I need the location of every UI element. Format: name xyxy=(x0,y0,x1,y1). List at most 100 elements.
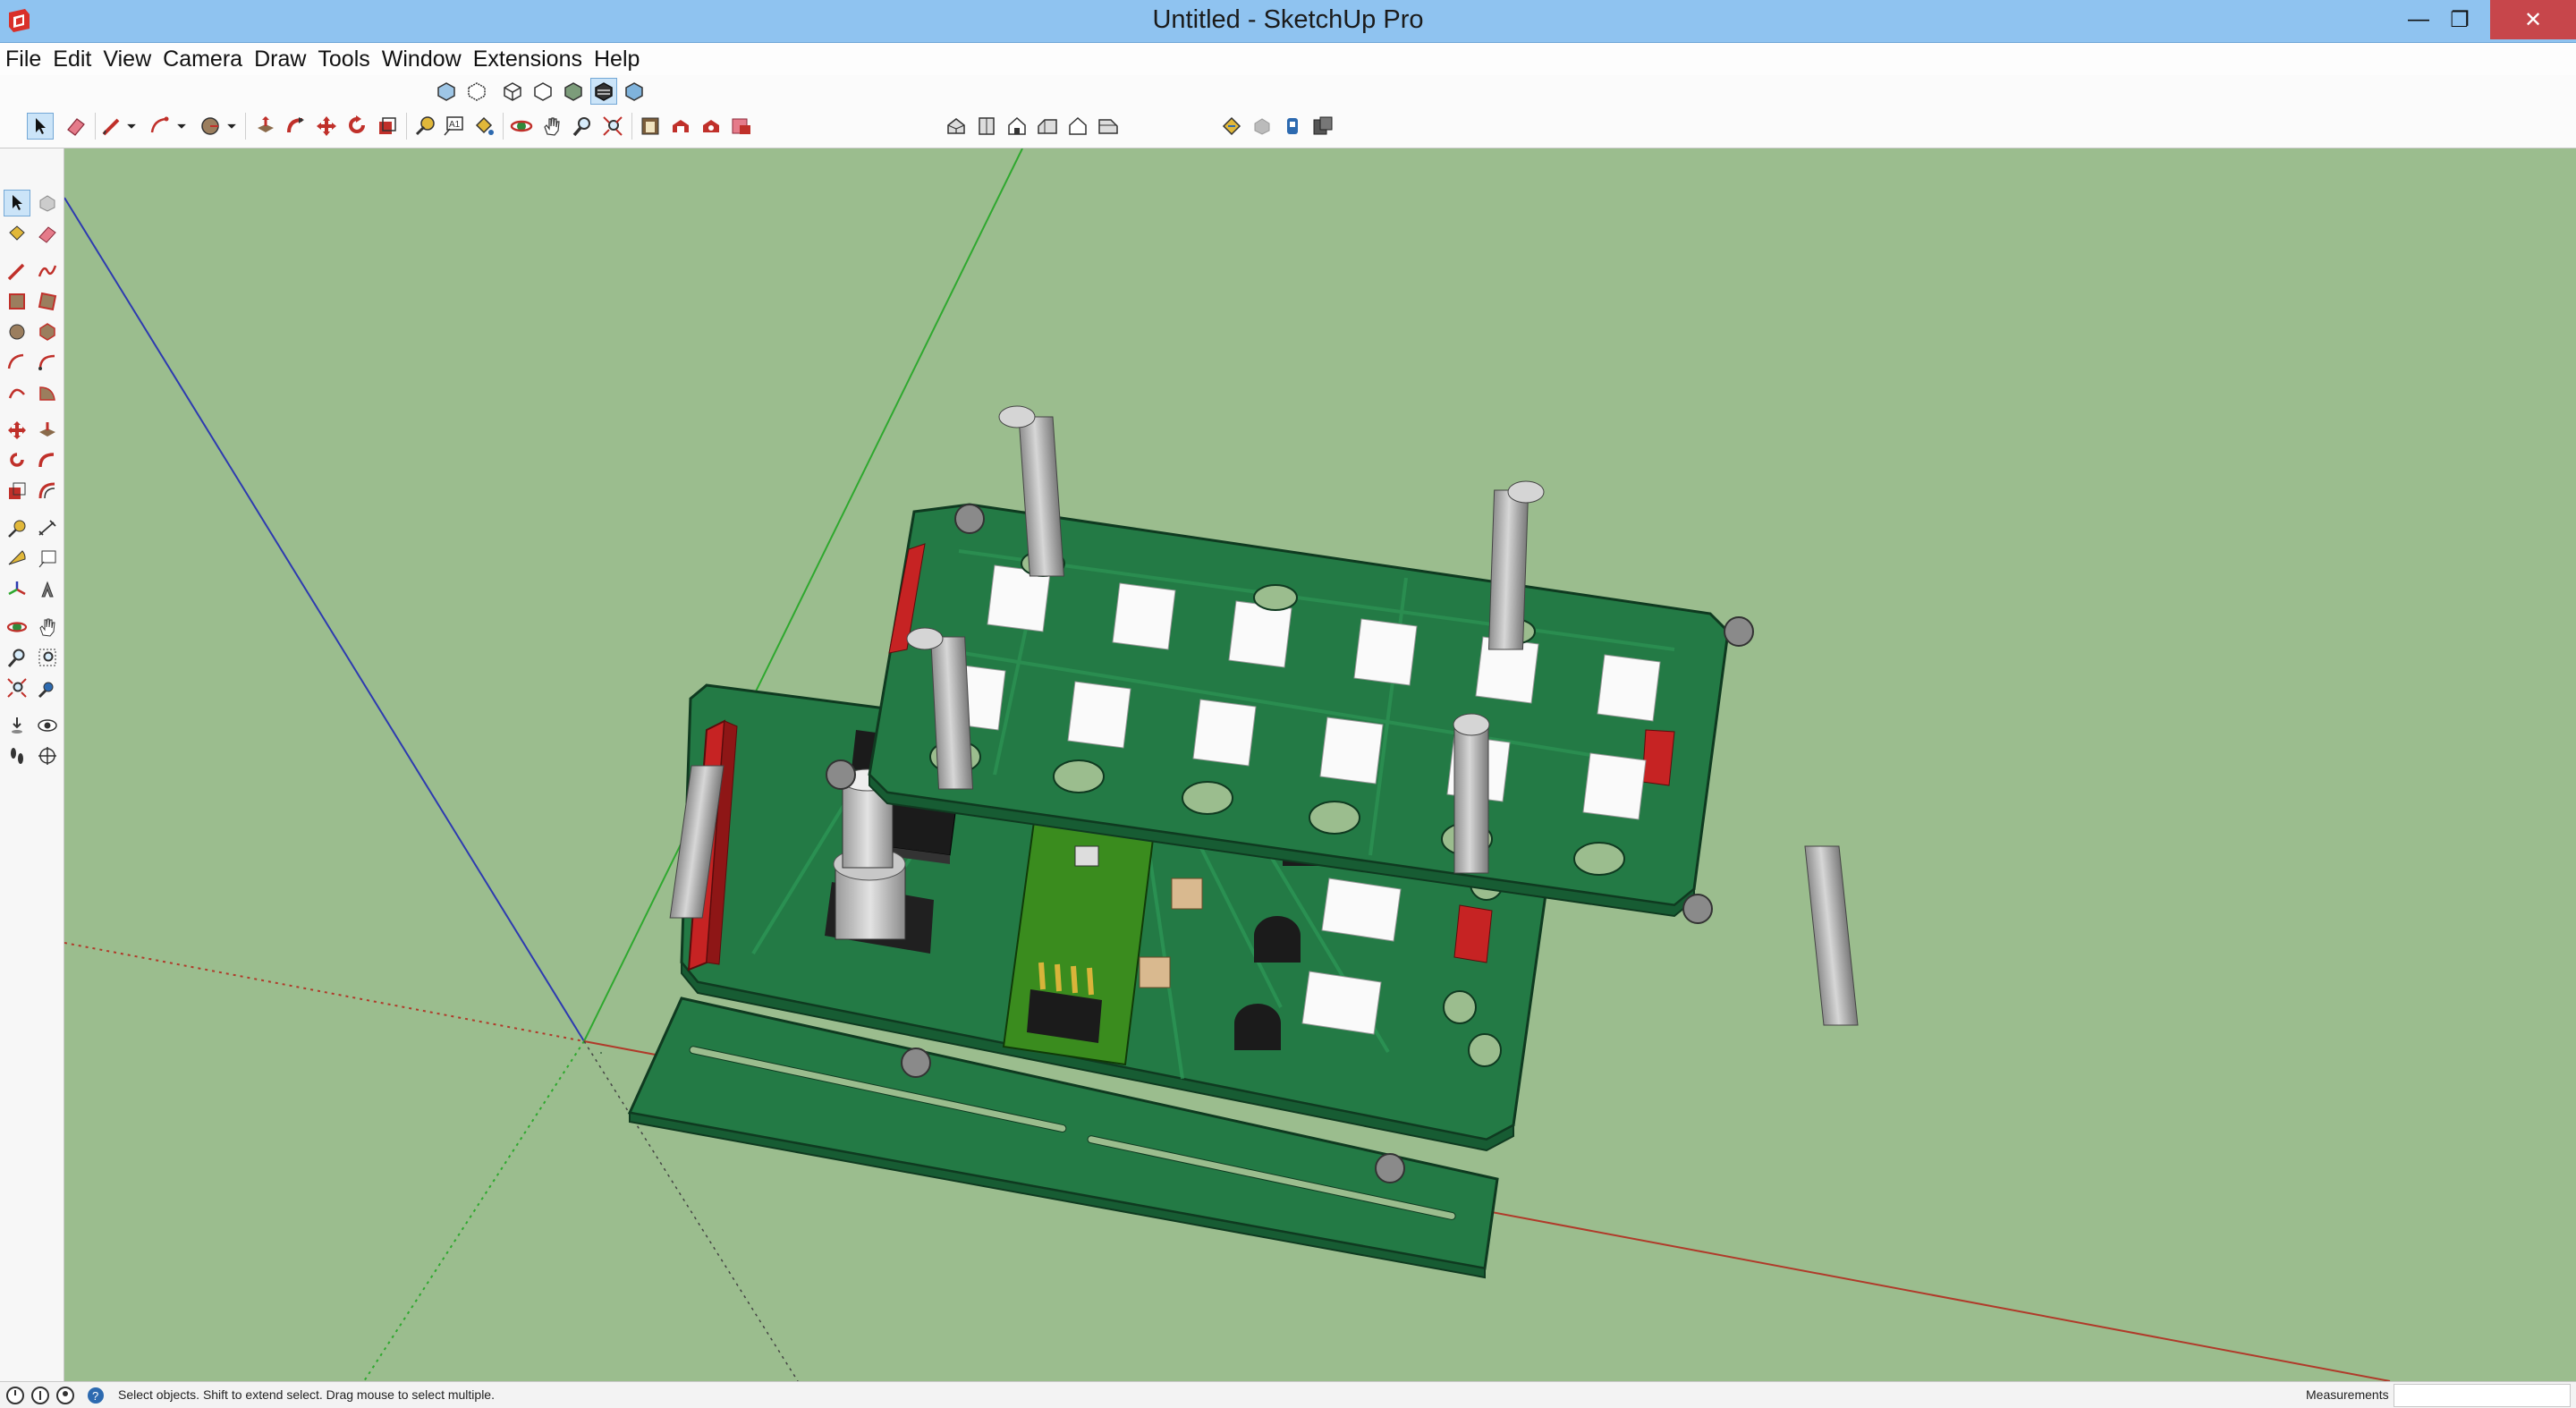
position-camera-tool-button[interactable] xyxy=(4,712,30,739)
orbit-tool-button[interactable] xyxy=(4,614,30,640)
offset-tool-button[interactable] xyxy=(34,478,61,505)
display-section-cuts-button[interactable] xyxy=(1279,113,1306,140)
paint-bucket-tool-button[interactable] xyxy=(4,220,30,247)
three-point-arc-tool-button[interactable] xyxy=(4,379,30,406)
zoom-window-tool-button[interactable] xyxy=(34,644,61,671)
menu-help[interactable]: Help xyxy=(594,47,640,72)
hidden-line-style-button[interactable] xyxy=(530,78,556,105)
menu-file[interactable]: File xyxy=(5,47,41,72)
iso-view-button[interactable] xyxy=(943,113,970,140)
pie-tool-button[interactable] xyxy=(34,379,61,406)
previous-view-button[interactable] xyxy=(34,674,61,701)
follow-me-tool-button[interactable] xyxy=(34,447,61,474)
extension-warehouse-button[interactable] xyxy=(698,113,724,140)
line-tool-button[interactable] xyxy=(4,258,30,284)
top-view-button[interactable] xyxy=(973,113,1000,140)
relay-4[interactable] xyxy=(1353,618,1418,686)
instructor-help-icon[interactable]: ? xyxy=(86,1386,106,1405)
text-tool-button[interactable] xyxy=(34,546,61,573)
relay-2[interactable] xyxy=(1112,582,1176,650)
rotate-tool-button[interactable] xyxy=(343,113,370,140)
scale-tool-button[interactable] xyxy=(374,113,401,140)
trimmer-potentiometer-3[interactable] xyxy=(1171,878,1203,910)
wireframe-style-button[interactable] xyxy=(499,78,526,105)
dimension-tool-button[interactable] xyxy=(34,515,61,542)
line-tool-button[interactable] xyxy=(98,113,125,140)
menu-tools[interactable]: Tools xyxy=(318,47,369,72)
trimmer-potentiometer-4[interactable] xyxy=(1139,956,1171,988)
walk-tool-button[interactable] xyxy=(4,742,30,769)
axes-tool-button[interactable] xyxy=(4,576,30,603)
arc-tool-button[interactable] xyxy=(147,113,174,140)
modeling-viewport[interactable] xyxy=(64,148,2576,1381)
shapes-tool-dropdown[interactable] xyxy=(224,113,240,140)
relay-8[interactable] xyxy=(1067,681,1131,749)
arc-tool-dropdown[interactable] xyxy=(174,113,190,140)
restore-button[interactable]: ❐ xyxy=(2429,0,2490,39)
move-tool-button[interactable] xyxy=(4,417,30,444)
optocoupler-2[interactable] xyxy=(1321,878,1402,942)
circle-tool-button[interactable] xyxy=(4,318,30,345)
push-pull-tool-button[interactable] xyxy=(34,417,61,444)
relay-12[interactable] xyxy=(1582,752,1647,820)
rectangle-tool-button[interactable] xyxy=(4,288,30,315)
scale-tool-button[interactable] xyxy=(4,478,30,505)
left-view-button[interactable] xyxy=(1095,113,1122,140)
pan-tool-button[interactable] xyxy=(538,113,565,140)
shaded-textures-style-button[interactable] xyxy=(590,78,617,105)
relay-9[interactable] xyxy=(1192,699,1257,767)
two-point-arc-tool-button[interactable] xyxy=(34,349,61,376)
look-around-tool-button[interactable] xyxy=(34,712,61,739)
3d-warehouse-button[interactable] xyxy=(637,113,664,140)
geo-location-icon[interactable] xyxy=(5,1386,25,1405)
transistor-4[interactable] xyxy=(1234,1004,1281,1050)
menu-camera[interactable]: Camera xyxy=(163,47,242,72)
display-section-planes-button[interactable] xyxy=(1249,113,1275,140)
rotate-tool-button[interactable] xyxy=(4,447,30,474)
back-view-button[interactable] xyxy=(1064,113,1091,140)
send-to-layout-button[interactable] xyxy=(728,113,755,140)
3d-text-tool-button[interactable] xyxy=(34,576,61,603)
make-component-button[interactable] xyxy=(34,190,61,216)
menu-edit[interactable]: Edit xyxy=(53,47,91,72)
shapes-tool-button[interactable] xyxy=(197,113,224,140)
user-account-icon[interactable] xyxy=(55,1386,75,1405)
paint-bucket-tool-button[interactable] xyxy=(470,113,497,140)
tape-measure-tool-button[interactable] xyxy=(411,113,438,140)
measurements-input[interactable] xyxy=(2394,1384,2571,1407)
transistor-3[interactable] xyxy=(1254,916,1301,963)
relay-3[interactable] xyxy=(1228,600,1292,668)
credits-icon[interactable] xyxy=(30,1386,50,1405)
tape-measure-tool-button[interactable] xyxy=(4,515,30,542)
zoom-extents-tool-button[interactable] xyxy=(599,113,626,140)
shaded-style-button[interactable] xyxy=(560,78,587,105)
menu-extensions[interactable]: Extensions xyxy=(473,47,582,72)
select-tool-button[interactable] xyxy=(27,113,54,140)
push-pull-tool-button[interactable] xyxy=(252,113,279,140)
relay-10[interactable] xyxy=(1319,717,1384,785)
zoom-tool-button[interactable] xyxy=(569,113,596,140)
section-plane-tool-button[interactable] xyxy=(34,742,61,769)
front-view-button[interactable] xyxy=(1004,113,1030,140)
protractor-tool-button[interactable] xyxy=(4,546,30,573)
share-model-button[interactable] xyxy=(667,113,694,140)
text-tool-button[interactable]: A1 xyxy=(440,113,467,140)
move-tool-button[interactable] xyxy=(313,113,340,140)
red-terminal-connector-top[interactable] xyxy=(1641,729,1675,786)
menu-draw[interactable]: Draw xyxy=(254,47,306,72)
right-view-button[interactable] xyxy=(1034,113,1061,140)
relay-6[interactable] xyxy=(1597,654,1661,722)
back-edges-style-button[interactable] xyxy=(463,78,490,105)
polygon-tool-button[interactable] xyxy=(34,318,61,345)
xray-style-button[interactable] xyxy=(433,78,460,105)
zoom-extents-tool-button[interactable] xyxy=(4,674,30,701)
monochrome-style-button[interactable] xyxy=(621,78,648,105)
rotated-rectangle-tool-button[interactable] xyxy=(34,288,61,315)
zoom-tool-button[interactable] xyxy=(4,644,30,671)
extension-manager-button[interactable] xyxy=(1309,113,1336,140)
close-button[interactable]: ✕ xyxy=(2490,0,2576,39)
optocoupler-3[interactable] xyxy=(1301,971,1382,1035)
section-plane-button[interactable] xyxy=(1218,113,1245,140)
pan-tool-button[interactable] xyxy=(34,614,61,640)
eraser-tool-button[interactable] xyxy=(63,113,89,140)
